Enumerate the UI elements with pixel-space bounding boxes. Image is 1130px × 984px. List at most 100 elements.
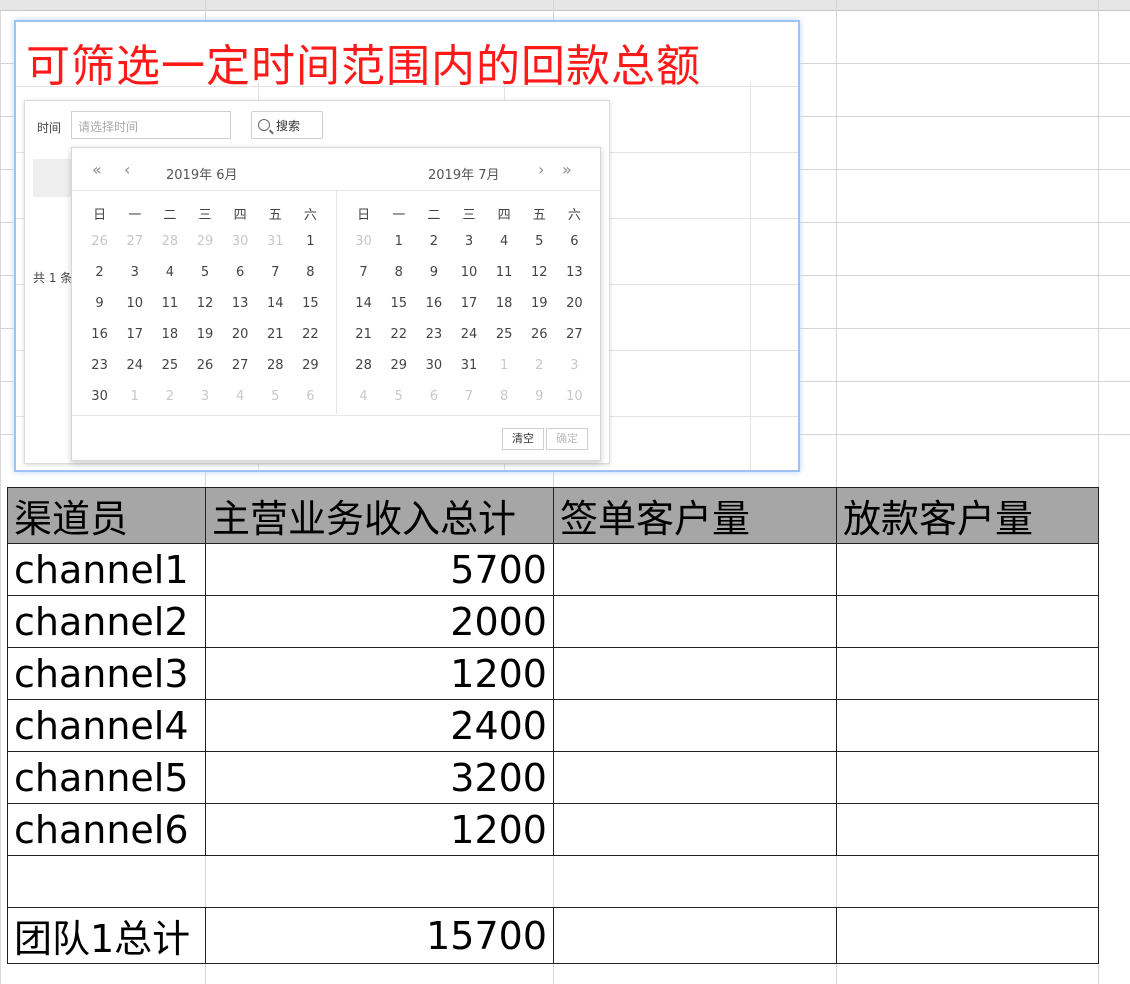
calendar-day[interactable]: 11: [487, 257, 522, 288]
calendar-day[interactable]: 12: [187, 288, 222, 319]
channel-cell[interactable]: channel1: [7, 543, 206, 596]
calendar-day[interactable]: 3: [187, 381, 222, 412]
revenue-cell[interactable]: 3200: [205, 751, 554, 804]
calendar-day[interactable]: 24: [117, 350, 152, 381]
calendar-day[interactable]: 17: [451, 288, 486, 319]
calendar-day[interactable]: 27: [223, 350, 258, 381]
empty-cell[interactable]: [836, 699, 1099, 752]
calendar-day[interactable]: 30: [223, 226, 258, 257]
total-value-cell[interactable]: 15700: [205, 907, 554, 964]
calendar-day[interactable]: 12: [522, 257, 557, 288]
calendar-day[interactable]: 7: [451, 381, 486, 412]
calendar-day[interactable]: 3: [451, 226, 486, 257]
channel-cell[interactable]: channel6: [7, 803, 206, 856]
calendar-day[interactable]: 28: [346, 350, 381, 381]
calendar-day[interactable]: 7: [346, 257, 381, 288]
calendar-day[interactable]: 16: [416, 288, 451, 319]
revenue-cell[interactable]: 1200: [205, 647, 554, 700]
calendar-day[interactable]: 29: [187, 226, 222, 257]
calendar-day[interactable]: 18: [487, 288, 522, 319]
empty-cell[interactable]: [836, 595, 1099, 648]
empty-cell[interactable]: [836, 751, 1099, 804]
calendar-day[interactable]: 2: [416, 226, 451, 257]
calendar-day[interactable]: 21: [346, 319, 381, 350]
calendar-day[interactable]: 23: [416, 319, 451, 350]
calendar-day[interactable]: 9: [82, 288, 117, 319]
empty-cell[interactable]: [836, 543, 1099, 596]
calendar-day[interactable]: 26: [187, 350, 222, 381]
calendar-day[interactable]: 14: [258, 288, 293, 319]
empty-cell[interactable]: [836, 907, 1099, 964]
empty-cell[interactable]: [553, 647, 837, 700]
calendar-day[interactable]: 17: [117, 319, 152, 350]
calendar-day[interactable]: 30: [346, 226, 381, 257]
calendar-day[interactable]: 30: [416, 350, 451, 381]
calendar-day[interactable]: 4: [223, 381, 258, 412]
calendar-day[interactable]: 20: [557, 288, 592, 319]
calendar-day[interactable]: 22: [293, 319, 328, 350]
calendar-day[interactable]: 27: [117, 226, 152, 257]
calendar-day[interactable]: 1: [381, 226, 416, 257]
calendar-day[interactable]: 2: [82, 257, 117, 288]
calendar-day[interactable]: 4: [152, 257, 187, 288]
calendar-day[interactable]: 15: [293, 288, 328, 319]
header-cell[interactable]: 渠道员: [7, 487, 206, 544]
calendar-day[interactable]: 14: [346, 288, 381, 319]
calendar-day[interactable]: 3: [557, 350, 592, 381]
calendar-day[interactable]: 6: [223, 257, 258, 288]
revenue-cell[interactable]: 2400: [205, 699, 554, 752]
header-cell[interactable]: 签单客户量: [553, 487, 837, 544]
time-range-input[interactable]: 请选择时间: [71, 111, 231, 139]
next-year-icon[interactable]: »: [562, 160, 572, 179]
calendar-day[interactable]: 10: [117, 288, 152, 319]
channel-cell[interactable]: channel2: [7, 595, 206, 648]
calendar-day[interactable]: 10: [557, 381, 592, 412]
calendar-day[interactable]: 1: [487, 350, 522, 381]
empty-cell[interactable]: [553, 595, 837, 648]
calendar-day[interactable]: 25: [152, 350, 187, 381]
empty-cell[interactable]: [836, 647, 1099, 700]
calendar-day[interactable]: 2: [152, 381, 187, 412]
revenue-cell[interactable]: 2000: [205, 595, 554, 648]
empty-cell[interactable]: [553, 803, 837, 856]
calendar-day[interactable]: 24: [451, 319, 486, 350]
empty-cell[interactable]: [553, 751, 837, 804]
calendar-day[interactable]: 11: [152, 288, 187, 319]
calendar-day[interactable]: 2: [522, 350, 557, 381]
empty-cell[interactable]: [836, 803, 1099, 856]
calendar-day[interactable]: 8: [293, 257, 328, 288]
total-label-cell[interactable]: 团队1总计: [7, 907, 206, 964]
calendar-day[interactable]: 23: [82, 350, 117, 381]
calendar-day[interactable]: 8: [381, 257, 416, 288]
merged-empty-cell[interactable]: [7, 855, 1099, 908]
confirm-button[interactable]: 确定: [546, 428, 588, 450]
calendar-day[interactable]: 16: [82, 319, 117, 350]
calendar-day[interactable]: 6: [416, 381, 451, 412]
calendar-day[interactable]: 7: [258, 257, 293, 288]
calendar-day[interactable]: 22: [381, 319, 416, 350]
calendar-day[interactable]: 26: [82, 226, 117, 257]
calendar-day[interactable]: 6: [557, 226, 592, 257]
calendar-day[interactable]: 19: [522, 288, 557, 319]
calendar-day[interactable]: 6: [293, 381, 328, 412]
header-cell[interactable]: 主营业务收入总计: [205, 487, 554, 544]
empty-cell[interactable]: [553, 907, 837, 964]
revenue-cell[interactable]: 5700: [205, 543, 554, 596]
calendar-day[interactable]: 29: [381, 350, 416, 381]
calendar-day[interactable]: 4: [487, 226, 522, 257]
search-button[interactable]: 搜索: [251, 111, 323, 139]
calendar-day[interactable]: 5: [187, 257, 222, 288]
header-cell[interactable]: 放款客户量: [836, 487, 1099, 544]
next-month-icon[interactable]: ›: [538, 160, 544, 179]
calendar-day[interactable]: 31: [258, 226, 293, 257]
calendar-day[interactable]: 15: [381, 288, 416, 319]
calendar-day[interactable]: 5: [258, 381, 293, 412]
calendar-day[interactable]: 31: [451, 350, 486, 381]
calendar-day[interactable]: 21: [258, 319, 293, 350]
calendar-day[interactable]: 10: [451, 257, 486, 288]
prev-month-icon[interactable]: ‹: [124, 160, 130, 179]
prev-year-icon[interactable]: «: [92, 160, 102, 179]
calendar-day[interactable]: 9: [416, 257, 451, 288]
calendar-day[interactable]: 9: [522, 381, 557, 412]
calendar-day[interactable]: 5: [522, 226, 557, 257]
